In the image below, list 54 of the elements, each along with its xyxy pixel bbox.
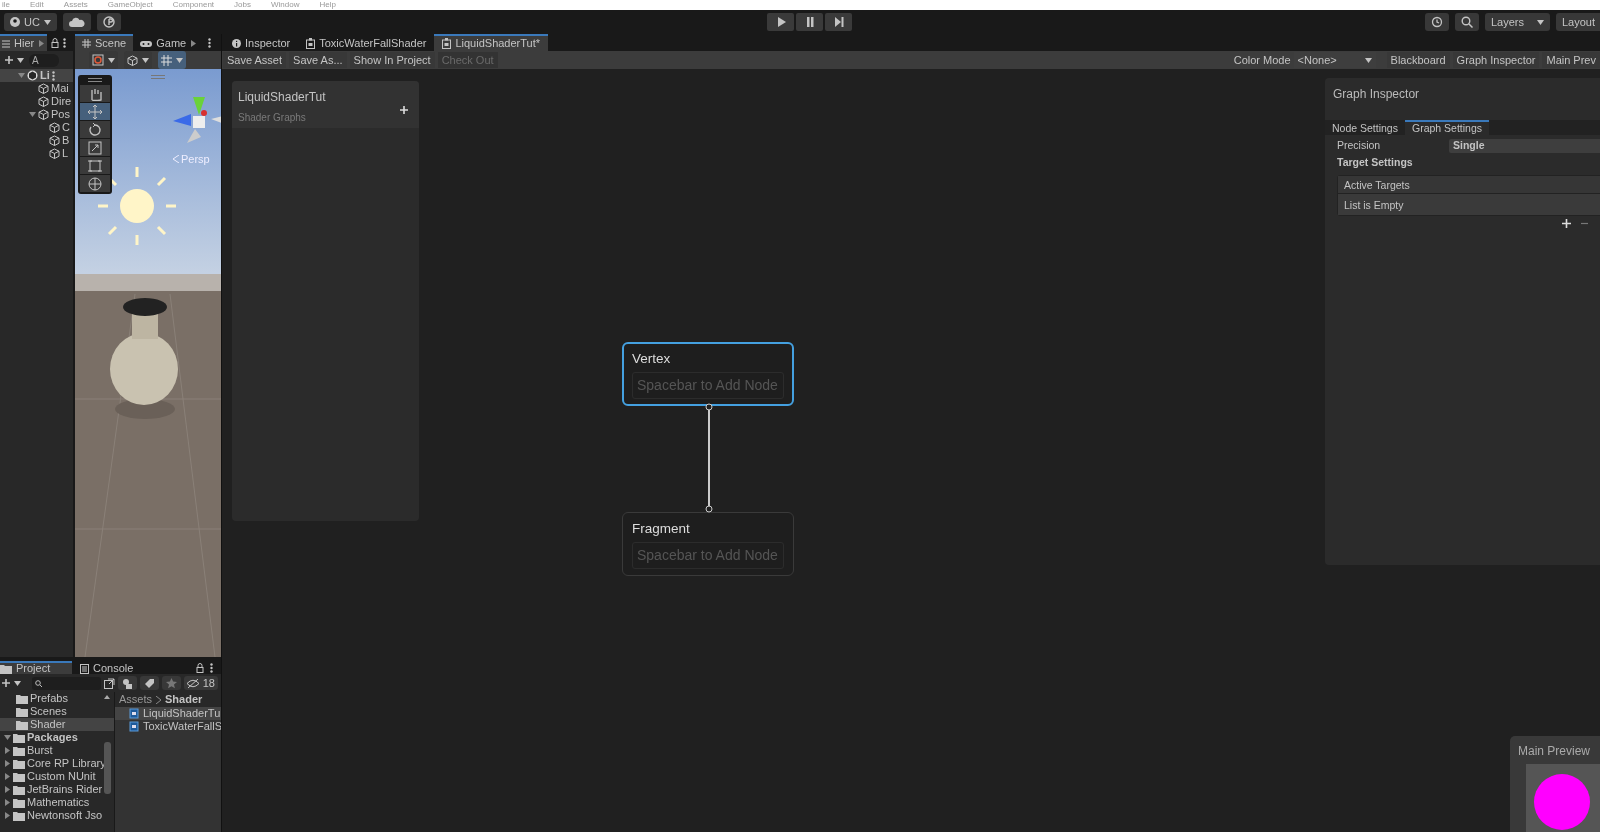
preview-title: Main Preview — [1517, 743, 1592, 760]
hierarchy-item[interactable]: Pos — [0, 108, 73, 121]
inspector-title: Graph Inspector — [1332, 86, 1421, 103]
folder-item[interactable]: Shader — [0, 718, 114, 731]
list-status: List is Empty — [1338, 193, 1600, 215]
scene-tab[interactable]: Game — [133, 34, 205, 51]
toolbar-button[interactable]: Save As... — [289, 52, 347, 68]
folder-item[interactable]: Mathematics — [0, 796, 114, 809]
node-title: Vertex — [632, 351, 672, 366]
folder-item[interactable]: Prefabs — [0, 692, 114, 705]
precision-dropdown[interactable]: Single — [1449, 138, 1600, 153]
folder-item[interactable]: Scenes — [0, 705, 114, 718]
color-mode-label: Color Mode — [1233, 52, 1291, 68]
toggle-button[interactable]: Main Prev — [1542, 52, 1600, 68]
toolbar-button[interactable]: Show In Project — [349, 52, 435, 68]
hierarchy-item[interactable]: Li — [0, 69, 73, 82]
breadcrumb-item[interactable]: Shader — [165, 692, 203, 708]
folder-item[interactable]: JetBrains Rider — [0, 783, 114, 796]
scene-tab[interactable]: Scene — [75, 34, 134, 51]
editor-tab[interactable]: ToxicWaterFallShader — [298, 34, 435, 51]
field-label: Precision — [1337, 138, 1382, 153]
hierarchy-item[interactable]: Dire — [0, 95, 73, 108]
node-title: Fragment — [632, 521, 691, 536]
folder-item[interactable]: Packages — [0, 731, 114, 744]
search-field[interactable]: A — [29, 53, 59, 67]
toggle-button[interactable]: Blackboard — [1386, 52, 1450, 68]
settings-tab[interactable]: Node Settings — [1325, 120, 1405, 135]
blackboard-subtitle: Shader Graphs — [238, 111, 307, 125]
hidden-packages-button[interactable]: 18 — [183, 676, 218, 690]
hierarchy-tab[interactable]: Hier — [0, 34, 48, 51]
toggle-button[interactable]: Graph Inspector — [1452, 52, 1540, 68]
hierarchy-item[interactable]: B — [0, 134, 73, 147]
section-heading: Target Settings — [1336, 154, 1414, 170]
panel-tab[interactable]: Console — [72, 661, 141, 674]
file-item[interactable]: ToxicWaterFallS — [115, 720, 221, 733]
folder-item[interactable]: Custom NUnit — [0, 770, 114, 783]
breadcrumb-item[interactable]: Assets — [119, 692, 152, 708]
panel-tab[interactable]: Project — [0, 661, 72, 674]
hierarchy-item[interactable]: Mai — [0, 82, 73, 95]
hierarchy-item[interactable]: C — [0, 121, 73, 134]
editor-tab[interactable]: Inspector — [224, 34, 299, 51]
folder-item[interactable]: Burst — [0, 744, 114, 757]
toolbar-button[interactable]: Save Asset — [223, 52, 287, 68]
folder-item[interactable]: Core RP Library — [0, 757, 114, 770]
settings-tab[interactable]: Graph Settings — [1404, 120, 1489, 135]
editor-tab[interactable]: LiquidShaderTut* — [434, 34, 549, 51]
folder-item[interactable]: Newtonsoft Jso — [0, 809, 114, 822]
hierarchy-item[interactable]: L — [0, 147, 73, 160]
layers-dropdown[interactable]: Layers — [1485, 13, 1550, 31]
list-header: Active Targets — [1338, 175, 1600, 194]
layout-dropdown[interactable]: Layout — [1556, 13, 1600, 31]
file-item[interactable]: LiquidShaderTu — [115, 707, 221, 720]
account-dropdown[interactable]: UC — [4, 13, 57, 31]
blackboard-title: LiquidShaderTut — [238, 89, 327, 106]
